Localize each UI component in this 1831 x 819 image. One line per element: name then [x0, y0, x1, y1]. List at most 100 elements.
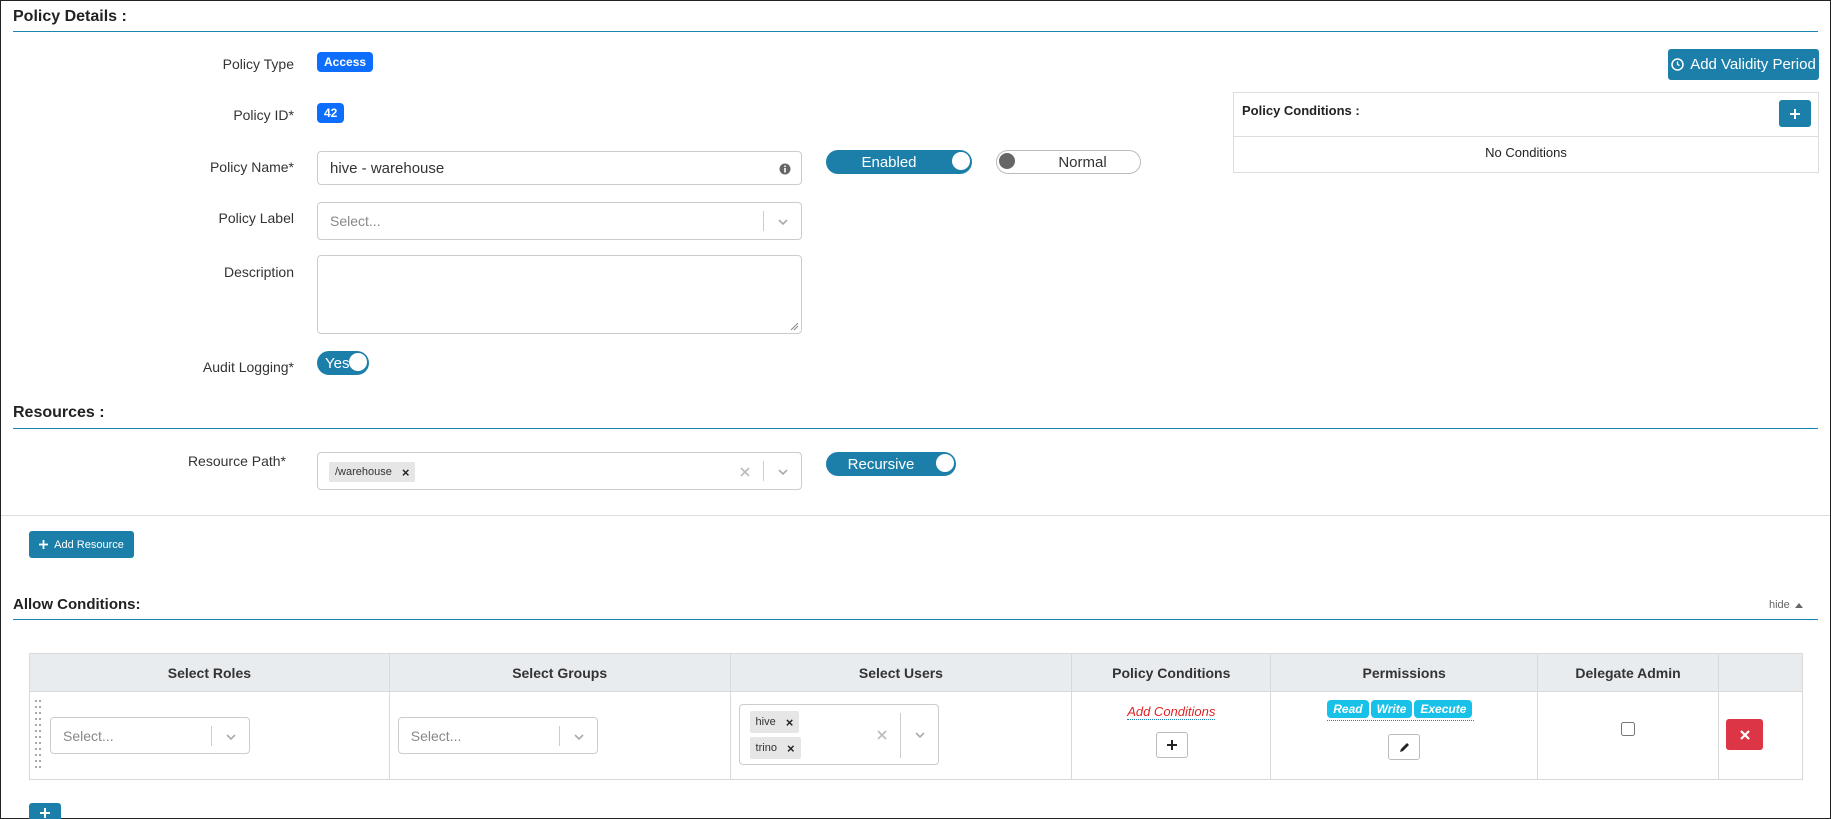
policy-conditions-cell: Add Conditions [1071, 691, 1272, 780]
users-cell: hive × trino × [729, 691, 1073, 780]
user-chip: hive × [749, 711, 800, 733]
groups-placeholder: Select... [410, 727, 462, 744]
user-chip-label: trino [755, 742, 777, 754]
remove-chip-icon[interactable]: × [787, 741, 795, 756]
no-conditions-text: No Conditions [1485, 145, 1567, 160]
policy-id-label: Policy ID* [233, 107, 294, 123]
add-policy-condition-button[interactable] [1779, 100, 1811, 127]
recursive-toggle-label: Recursive [847, 455, 915, 473]
add-condition-button[interactable] [1156, 732, 1189, 758]
policy-details-title: Policy Details : [13, 8, 127, 25]
recursive-toggle-knob [936, 454, 954, 472]
delegate-admin-cell [1537, 691, 1719, 780]
pencil-icon [1399, 742, 1409, 752]
delete-row-button[interactable] [1726, 719, 1763, 750]
policy-label-select[interactable]: Select... [317, 202, 802, 240]
resource-path-chip: /warehouse × [329, 462, 416, 482]
clear-icon[interactable] [876, 729, 888, 741]
actions-cell [1718, 691, 1803, 780]
times-icon [1739, 729, 1750, 740]
user-chip-label: hive [755, 716, 776, 728]
policy-conditions-divider [1234, 136, 1818, 137]
select-separator [899, 713, 901, 758]
permissions-tags[interactable]: Read Write Execute [1327, 700, 1475, 721]
roles-select[interactable]: Select... [50, 717, 250, 754]
plus-icon [1167, 740, 1178, 750]
policy-details-divider [13, 31, 1818, 32]
groups-cell: Select... [388, 691, 731, 780]
normal-toggle[interactable]: Normal [996, 150, 1141, 174]
plus-icon [1790, 108, 1800, 119]
recursive-toggle[interactable]: Recursive [826, 452, 956, 476]
select-separator [763, 461, 764, 481]
clock-icon [1671, 58, 1684, 71]
add-conditions-link[interactable]: Add Conditions [1127, 704, 1216, 720]
hide-link[interactable]: hide [1769, 599, 1803, 611]
add-validity-period-button[interactable]: Add Validity Period [1668, 49, 1819, 80]
resize-handle-icon[interactable] [790, 322, 799, 331]
col-header-actions [1718, 653, 1803, 692]
roles-cell: Select... [29, 691, 390, 780]
info-circle-icon [779, 163, 791, 175]
roles-placeholder: Select... [63, 727, 114, 744]
policy-type-label: Policy Type [222, 56, 294, 72]
permission-tag: Read [1327, 700, 1369, 718]
policy-label-label: Policy Label [218, 210, 295, 226]
permission-tag: Write [1370, 700, 1413, 718]
resources-divider [13, 428, 1818, 429]
resource-path-select[interactable]: /warehouse × [317, 452, 802, 490]
policy-type-badge: Access [317, 52, 374, 72]
col-header-permissions: Permissions [1270, 653, 1539, 692]
policy-label-placeholder: Select... [330, 213, 381, 229]
chevron-down-icon[interactable] [574, 732, 584, 742]
add-validity-period-label: Add Validity Period [1690, 56, 1816, 73]
remove-chip-icon[interactable]: × [402, 465, 410, 480]
col-header-groups: Select Groups [388, 653, 731, 692]
resources-title: Resources : [13, 404, 105, 421]
edit-permissions-button[interactable] [1388, 734, 1421, 760]
enabled-toggle-knob [952, 152, 970, 170]
add-conditions-link-wrap: Add Conditions [1072, 703, 1270, 720]
col-header-policy-conditions: Policy Conditions [1071, 653, 1272, 692]
enabled-toggle-label: Enabled [861, 153, 917, 171]
table-row: Select... Select... hive × trino × Add C… [29, 691, 1803, 780]
chevron-down-icon[interactable] [778, 467, 788, 477]
select-separator [558, 726, 560, 746]
plus-icon [39, 540, 49, 549]
policy-id-badge: 42 [317, 103, 345, 123]
allow-conditions-table: Select Roles Select Groups Select Users … [29, 653, 1803, 780]
audit-logging-knob [349, 353, 367, 371]
remove-chip-icon[interactable]: × [786, 715, 794, 730]
chevron-down-icon[interactable] [914, 730, 925, 740]
add-resource-label: Add Resource [54, 538, 124, 551]
drag-handle-icon[interactable] [35, 700, 41, 772]
audit-logging-value: Yes [325, 354, 350, 372]
delegate-admin-checkbox[interactable] [1621, 722, 1636, 736]
col-header-users: Select Users [729, 653, 1073, 692]
add-resource-button[interactable]: Add Resource [29, 531, 134, 558]
groups-select[interactable]: Select... [397, 717, 598, 754]
chevron-down-icon[interactable] [226, 732, 236, 742]
select-separator [211, 726, 212, 746]
policy-name-input[interactable]: hive - warehouse [317, 151, 802, 185]
users-select[interactable]: hive × trino × [738, 704, 939, 765]
chevron-down-icon[interactable] [778, 217, 788, 227]
enabled-toggle[interactable]: Enabled [826, 150, 972, 174]
allow-conditions-divider [13, 619, 1818, 620]
clear-icon[interactable] [739, 466, 751, 478]
user-chip: trino × [749, 737, 801, 759]
policy-conditions-title: Policy Conditions : [1242, 103, 1360, 118]
select-separator [763, 211, 764, 231]
policy-name-label: Policy Name* [209, 159, 294, 175]
audit-logging-toggle[interactable]: Yes [317, 351, 369, 375]
add-allow-condition-button[interactable] [29, 803, 61, 819]
policy-conditions-panel: Policy Conditions : No Conditions [1233, 92, 1819, 173]
resource-path-chip-label: /warehouse [335, 466, 392, 478]
description-textarea[interactable] [317, 255, 802, 334]
resources-bottom-divider [1, 515, 1830, 516]
permissions-cell: Read Write Execute [1270, 691, 1539, 780]
col-header-delegate-admin: Delegate Admin [1537, 653, 1719, 692]
caret-up-icon [1794, 603, 1803, 608]
allow-conditions-title: Allow Conditions: [13, 596, 141, 613]
policy-name-value: hive - warehouse [330, 159, 445, 177]
